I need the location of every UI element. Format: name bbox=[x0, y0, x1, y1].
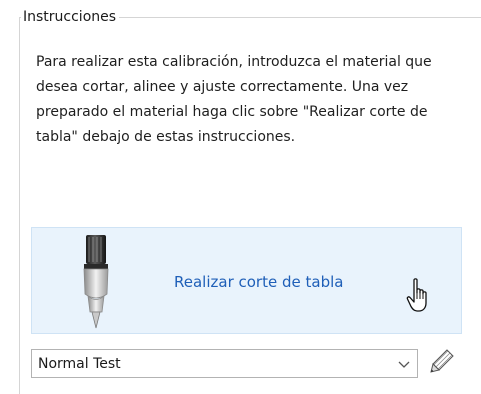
cut-table-label: Realizar corte de tabla bbox=[174, 273, 344, 291]
group-title: Instrucciones bbox=[21, 8, 120, 26]
cut-table-button[interactable]: Realizar corte de tabla bbox=[31, 227, 462, 334]
cutting-blade-icon bbox=[83, 235, 109, 329]
instructions-text: Para realizar esta calibración, introduz… bbox=[36, 54, 432, 145]
chevron-down-icon bbox=[398, 361, 410, 368]
test-type-select[interactable]: Normal Test bbox=[31, 349, 418, 378]
pencil-edit-icon[interactable] bbox=[429, 348, 455, 374]
select-value: Normal Test bbox=[38, 356, 121, 372]
hand-pointer-icon bbox=[406, 278, 427, 312]
